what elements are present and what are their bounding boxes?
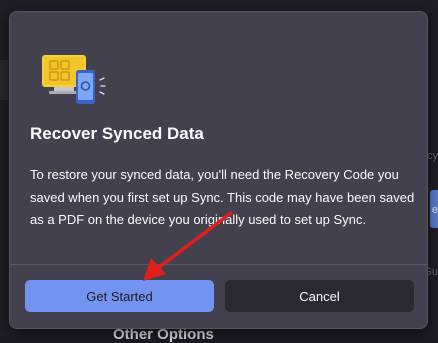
dialog-divider [10, 264, 427, 265]
dialog-body-text: To restore your synced data, you'll need… [30, 164, 420, 232]
dialog-title: Recover Synced Data [30, 124, 204, 144]
background-fragment-text: e [432, 204, 438, 216]
monitor-and-phone-sync-illustration-icon [40, 54, 112, 108]
background-fragment-text: cy [427, 150, 438, 162]
recover-synced-data-dialog: Recover Synced Data To restore your sync… [9, 11, 428, 329]
cancel-button[interactable]: Cancel [225, 280, 414, 312]
background-sidebar-edge [0, 60, 8, 100]
get-started-button[interactable]: Get Started [25, 280, 214, 312]
